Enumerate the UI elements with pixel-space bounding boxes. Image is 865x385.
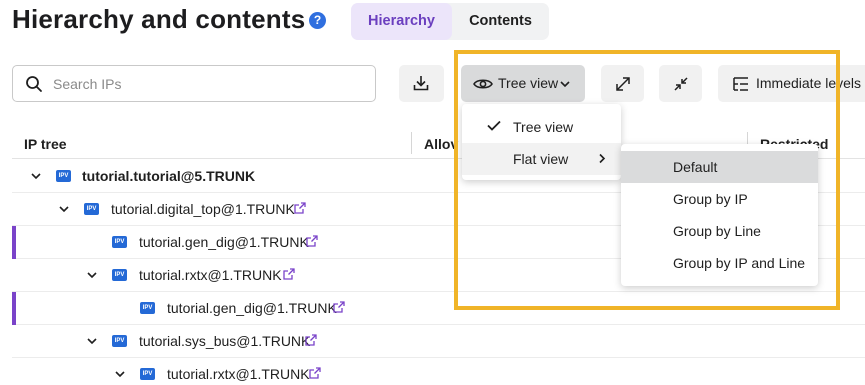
submenu-item-label: Group by IP and Line <box>673 255 806 271</box>
collapse-all-button[interactable] <box>659 65 702 102</box>
expand-arrows-icon <box>616 77 630 91</box>
download-icon <box>413 76 429 91</box>
column-divider[interactable] <box>411 132 412 154</box>
table-row[interactable]: IPV tutorial.rxtx@1.TRUNK <box>12 358 865 385</box>
flat-view-submenu: Default Group by IP Group by Line Group … <box>621 144 818 286</box>
submenu-item-group-by-line[interactable]: Group by Line <box>621 215 818 247</box>
menu-item-flat-view[interactable]: Flat view <box>462 143 621 175</box>
menu-item-label: Tree view <box>513 119 574 135</box>
chevron-down-icon[interactable] <box>58 203 70 215</box>
menu-item-label: Flat view <box>513 151 569 167</box>
tab-contents[interactable]: Contents <box>452 3 549 40</box>
chevron-down-icon[interactable] <box>30 170 42 182</box>
chevron-down-icon[interactable] <box>114 368 126 380</box>
view-toggle: Hierarchy Contents <box>351 3 549 40</box>
external-link-icon[interactable] <box>283 268 295 280</box>
ipv-badge-icon: IPV <box>84 203 99 215</box>
table-row[interactable]: IPV tutorial.sys_bus@1.TRUNK <box>12 325 865 358</box>
row-name[interactable]: tutorial.gen_dig@1.TRUNK <box>139 234 309 250</box>
expand-all-button[interactable] <box>601 65 644 102</box>
hierarchy-levels-icon <box>733 77 748 91</box>
row-marker <box>12 226 16 259</box>
search-icon <box>26 76 42 92</box>
row-name[interactable]: tutorial.tutorial@5.TRUNK <box>82 168 255 184</box>
view-menu: Tree view Flat view <box>462 104 621 180</box>
help-icon[interactable]: ? <box>309 12 326 29</box>
row-name[interactable]: tutorial.sys_bus@1.TRUNK <box>139 333 310 349</box>
search-input[interactable] <box>53 66 363 101</box>
page-title: Hierarchy and contents <box>12 4 306 34</box>
row-name[interactable]: tutorial.rxtx@1.TRUNK <box>139 267 282 283</box>
chevron-down-icon <box>560 81 570 88</box>
tab-hierarchy[interactable]: Hierarchy <box>351 3 452 40</box>
download-button[interactable] <box>399 65 444 102</box>
submenu-item-label: Default <box>673 159 718 175</box>
checkmark-icon <box>487 120 501 131</box>
submenu-item-group-by-ip[interactable]: Group by IP <box>621 183 818 215</box>
tree-view-dropdown-button[interactable]: Tree view <box>461 65 585 102</box>
external-link-icon[interactable] <box>305 334 317 346</box>
ipv-badge-icon: IPV <box>140 368 155 380</box>
external-link-icon[interactable] <box>294 202 306 214</box>
external-link-icon[interactable] <box>309 367 321 379</box>
row-name[interactable]: tutorial.digital_top@1.TRUNK <box>111 201 295 217</box>
external-link-icon[interactable] <box>333 301 345 313</box>
row-name[interactable]: tutorial.rxtx@1.TRUNK <box>167 366 310 382</box>
levels-dropdown-button[interactable]: Immediate levels <box>718 65 865 102</box>
tree-view-label: Tree view <box>498 75 559 91</box>
submenu-item-default[interactable]: Default <box>621 151 818 183</box>
row-name[interactable]: tutorial.gen_dig@1.TRUNK <box>167 300 337 316</box>
ipv-badge-icon: IPV <box>56 170 71 182</box>
levels-label: Immediate levels <box>756 75 862 91</box>
submenu-item-label: Group by IP <box>673 191 748 207</box>
external-link-icon[interactable] <box>306 235 318 247</box>
collapse-arrows-icon <box>674 77 688 91</box>
chevron-right-icon <box>599 153 606 164</box>
ipv-badge-icon: IPV <box>140 302 155 314</box>
table-row[interactable]: IPV tutorial.gen_dig@1.TRUNK <box>12 292 865 325</box>
row-marker <box>12 292 16 325</box>
ipv-badge-icon: IPV <box>112 335 127 347</box>
chevron-down-icon[interactable] <box>86 335 98 347</box>
column-ip-tree[interactable]: IP tree <box>24 136 67 152</box>
submenu-item-group-by-ip-and-line[interactable]: Group by IP and Line <box>621 247 818 279</box>
ipv-badge-icon: IPV <box>112 236 127 248</box>
column-allowed[interactable]: Allov <box>424 136 458 152</box>
menu-item-tree-view[interactable]: Tree view <box>462 111 621 143</box>
chevron-down-icon[interactable] <box>86 269 98 281</box>
eye-icon <box>473 79 493 89</box>
submenu-item-label: Group by Line <box>673 223 761 239</box>
ipv-badge-icon: IPV <box>112 269 127 281</box>
search-box <box>12 65 376 102</box>
